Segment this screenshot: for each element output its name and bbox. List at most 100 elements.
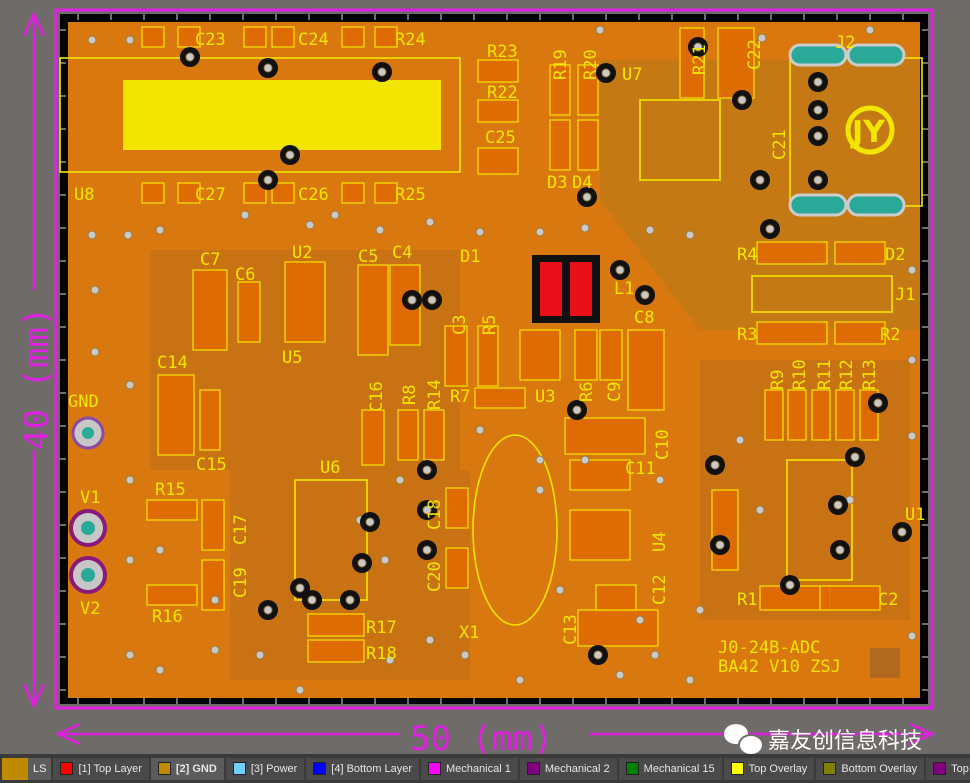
u8-silk-fill (123, 80, 441, 150)
designator-c18: C18 (425, 499, 445, 530)
current-layer-swatch (2, 757, 28, 780)
watermark-text: 嘉友创信息科技 (768, 729, 923, 754)
designator-u3: U3 (535, 387, 555, 407)
designator-j1: J1 (895, 285, 915, 305)
pcb-canvas[interactable]: JY C23 C24 R24 R23 R22 C25 R19 R20 U7 R21 C22 J2 U8 C… (0, 0, 970, 754)
designator-x1: X1 (459, 623, 479, 643)
height-dimension-label: 40 (mm) (17, 307, 57, 450)
designator-c15: C15 (196, 455, 227, 475)
layer-tab-label: Mechanical 1 (446, 762, 511, 775)
layer-tab-top-solder[interactable]: Top Solder (926, 757, 970, 780)
layer-color-swatch (526, 762, 540, 775)
designator-u4: U4 (650, 532, 670, 552)
designator-c21: C21 (770, 129, 790, 160)
layer-tab-bottom-overlay[interactable]: Bottom Overlay (816, 757, 925, 780)
layer-color-swatch (157, 762, 171, 775)
designator-r6: R6 (577, 382, 597, 402)
designator-v2: V2 (80, 599, 100, 619)
layer-tab-3-power[interactable]: [3] Power (225, 757, 305, 780)
designator-c12: C12 (650, 574, 670, 605)
designator-r10: R10 (790, 359, 810, 390)
layer-tab-top-overlay[interactable]: Top Overlay (723, 757, 815, 780)
layer-tab-mechanical-15[interactable]: Mechanical 15 (618, 757, 722, 780)
designator-r4: R4 (737, 245, 757, 265)
designator-r3: R3 (737, 325, 757, 345)
layer-tab-mechanical-1[interactable]: Mechanical 1 (421, 757, 518, 780)
designator-c19: C19 (231, 567, 251, 598)
designator-r17: R17 (366, 618, 397, 638)
board-name-text: J0-24B-ADC (718, 638, 820, 658)
designator-r19: R19 (551, 49, 571, 80)
watermark: 嘉友创信息科技 (722, 722, 922, 756)
designator-c5: C5 (358, 247, 378, 267)
ls-label: LS (28, 757, 52, 780)
layer-tab-label: Bottom Overlay (841, 762, 918, 775)
layer-tab-label: [4] Bottom Layer (331, 762, 413, 775)
layer-tabs-bar: LS [1] Top Layer [2] GND [3] Power [4] Bott… (0, 754, 970, 783)
designator-u5: U5 (282, 348, 302, 368)
designator-r18: R18 (366, 644, 397, 664)
designator-c6: C6 (235, 265, 255, 285)
designator-r13: R13 (860, 359, 880, 390)
layer-tab-label: [2] GND (175, 762, 217, 775)
layer-color-swatch (428, 762, 442, 775)
mounting-hole (870, 648, 900, 678)
layer-color-swatch (232, 762, 246, 775)
designator-c9: C9 (605, 382, 625, 402)
designator-r23: R23 (487, 42, 518, 62)
designator-c24: C24 (298, 30, 329, 50)
designator-d4: D4 (572, 173, 592, 193)
designator-c3: C3 (450, 315, 470, 335)
l1-gap (562, 255, 570, 323)
wechat-icon (722, 722, 764, 756)
svg-text:JY: JY (850, 115, 886, 150)
designator-gnd: GND (68, 392, 99, 412)
designator-d3: D3 (547, 173, 567, 193)
designator-v1: V1 (80, 488, 100, 508)
layer-tab-label: Mechanical 15 (643, 762, 715, 775)
layer-tab-4-bottom-layer[interactable]: [4] Bottom Layer (306, 757, 420, 780)
layer-tab-label: Top Solder (951, 762, 970, 775)
layer-tab-1-top-layer[interactable]: [1] Top Layer (53, 757, 149, 780)
layer-color-swatch (730, 762, 744, 775)
designator-r21: R21 (690, 44, 710, 75)
layer-set-button[interactable]: LS (2, 757, 52, 780)
designator-u7: U7 (622, 65, 642, 85)
layer-color-swatch (60, 762, 74, 775)
designator-c13: C13 (561, 614, 581, 645)
designator-r8: R8 (400, 385, 420, 405)
designator-c22: C22 (745, 39, 765, 70)
v1-testpoint-hole (81, 521, 95, 535)
designator-r12: R12 (837, 359, 857, 390)
gnd-testpoint-hole (82, 427, 94, 439)
designator-u6: U6 (320, 458, 340, 478)
designator-r11: R11 (815, 359, 835, 390)
designator-c17: C17 (231, 514, 251, 545)
layer-tab-label: [3] Power (250, 762, 298, 775)
layer-tab-2-gnd[interactable]: [2] GND (150, 757, 224, 780)
designator-r24: R24 (395, 30, 426, 50)
layer-tab-mechanical-2[interactable]: Mechanical 2 (519, 757, 617, 780)
designator-c8: C8 (634, 308, 654, 328)
layer-tab-label: [1] Top Layer (78, 762, 142, 775)
layer-tab-label: Top Overlay (748, 762, 808, 775)
designator-r5: R5 (480, 315, 500, 335)
designator-u2: U2 (292, 243, 312, 263)
designator-l1: L1 (614, 279, 634, 299)
layer-tab-label: Mechanical 2 (544, 762, 610, 775)
v2-testpoint-hole (81, 568, 95, 582)
designator-c16: C16 (367, 381, 387, 412)
designator-d1: D1 (460, 247, 480, 267)
designator-r15: R15 (155, 480, 186, 500)
designator-r7: R7 (450, 387, 470, 407)
designator-r1: R1 (737, 590, 757, 610)
designator-c11: C11 (625, 459, 656, 479)
designator-r9: R9 (768, 370, 788, 390)
designator-c2: C2 (878, 590, 898, 610)
designator-r2: R2 (880, 325, 900, 345)
layer-color-swatch (313, 762, 327, 775)
layer-color-swatch (823, 762, 837, 775)
designator-c7: C7 (200, 250, 220, 270)
board-version-text: BA42 V10 ZSJ (718, 657, 841, 677)
designator-u1: U1 (905, 505, 925, 525)
